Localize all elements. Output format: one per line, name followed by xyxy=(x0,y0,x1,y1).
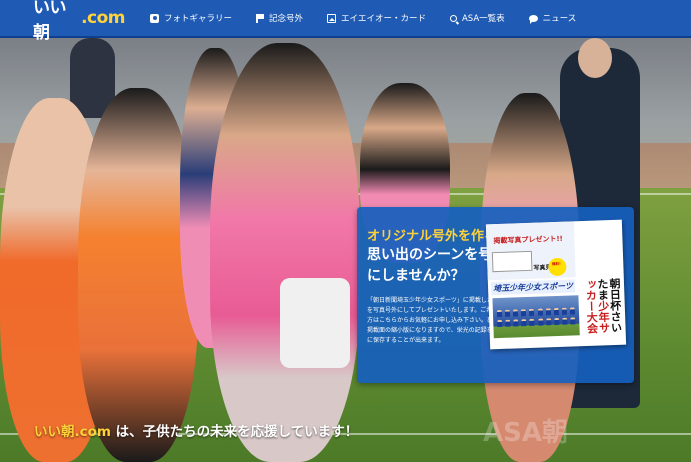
team-row xyxy=(497,317,576,328)
search-icon xyxy=(449,14,457,22)
paper-vertical-headline: 朝日杯さいたま少年サッカー大会 xyxy=(582,278,623,341)
site-header: いい朝 .com フォトギャラリー 記念号外 エイエイオー・カード ASA一覧表 … xyxy=(0,0,691,43)
team-row xyxy=(496,307,576,318)
camera-icon xyxy=(150,13,159,23)
nav-eieio-card[interactable]: エイエイオー・カード xyxy=(315,0,438,36)
flag-icon xyxy=(256,13,264,23)
race-bib xyxy=(280,278,350,368)
main-nav: フォトギャラリー 記念号外 エイエイオー・カード ASA一覧表 ニュース xyxy=(138,0,588,36)
extra-edition-promo[interactable]: オリジナル号外を作ろう！ 思い出のシーンを号外にしませんか？ 「朝日新聞埼玉少年… xyxy=(357,207,634,383)
image-icon xyxy=(327,13,337,23)
nav-label: 記念号外 xyxy=(269,14,304,24)
bottom-slogan: いい朝.com は、子供たちの未来を応援しています！ xyxy=(34,420,358,440)
slogan-brand: いい朝.com xyxy=(34,424,111,440)
sports-title: 埼玉少年少女スポーツ xyxy=(490,279,576,296)
sample-photo-box xyxy=(491,250,533,273)
logo-main: いい朝 xyxy=(33,0,67,43)
nav-label: エイエイオー・カード xyxy=(341,14,426,24)
official-head xyxy=(578,38,612,78)
nav-news[interactable]: ニュース xyxy=(517,0,589,36)
logo-suffix: .com xyxy=(81,8,125,28)
slogan-text: は、子供たちの未来を応援しています！ xyxy=(110,424,359,440)
nav-label: ニュース xyxy=(542,14,577,24)
chat-icon xyxy=(528,14,538,24)
runner-figure xyxy=(210,43,360,462)
runner-figure xyxy=(78,88,198,462)
nav-asa-list[interactable]: ASA一覧表 xyxy=(438,0,517,36)
team-photo xyxy=(492,295,580,339)
promo-body: 「朝日新聞埼玉少年少女スポーツ」に掲載した写真を写真号外にしてプレゼントいたしま… xyxy=(367,297,506,344)
newspaper-sample: 掲載写真プレゼント!! 写真見本 無料！ 埼玉少年少女スポーツ 朝日杯さいたま少… xyxy=(485,219,627,350)
site-logo[interactable]: いい朝 .com xyxy=(33,0,125,43)
watermark: ASA朝 xyxy=(483,418,568,448)
nav-label: ASA一覧表 xyxy=(461,14,505,24)
nav-label: フォトギャラリー xyxy=(164,14,233,24)
nav-commemorative-extra[interactable]: 記念号外 xyxy=(244,0,315,36)
nav-photo-gallery[interactable]: フォトギャラリー xyxy=(138,0,244,36)
